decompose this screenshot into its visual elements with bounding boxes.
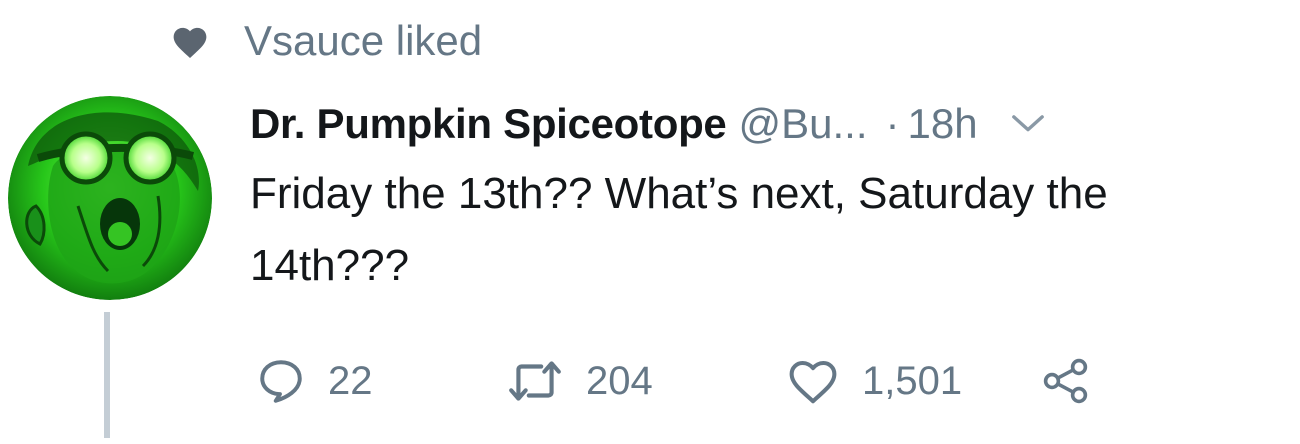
thread-line xyxy=(104,312,110,438)
reply-count: 22 xyxy=(328,359,373,403)
avatar[interactable] xyxy=(8,96,212,300)
social-context: Vsauce liked xyxy=(168,14,482,68)
heart-outline-icon xyxy=(789,360,837,404)
tweet-actions: 22 204 1,501 xyxy=(256,346,1090,416)
retweet-button[interactable]: 204 xyxy=(506,356,786,406)
retweet-count: 204 xyxy=(586,359,653,403)
social-context-text: Vsauce liked xyxy=(244,17,483,64)
tweet-header: Dr. Pumpkin Spiceotope @Bu... · 18h xyxy=(250,94,1280,154)
reply-icon xyxy=(260,360,302,403)
heart-filled-icon xyxy=(168,21,212,61)
like-button[interactable]: 1,501 xyxy=(786,356,1042,406)
display-name[interactable]: Dr. Pumpkin Spiceotope xyxy=(250,103,727,145)
separator-dot: · xyxy=(885,100,900,147)
tweet-text: Friday the 13th?? What’s next, Saturday … xyxy=(250,169,1108,290)
timestamp[interactable]: 18h xyxy=(908,103,978,145)
user-handle[interactable]: @Bu... xyxy=(738,103,867,145)
share-icon xyxy=(1043,358,1088,404)
share-button[interactable] xyxy=(1042,357,1090,405)
chevron-down-icon[interactable] xyxy=(1008,109,1048,139)
retweet-icon xyxy=(509,361,561,401)
reply-button[interactable]: 22 xyxy=(256,356,506,406)
like-count: 1,501 xyxy=(862,359,963,403)
